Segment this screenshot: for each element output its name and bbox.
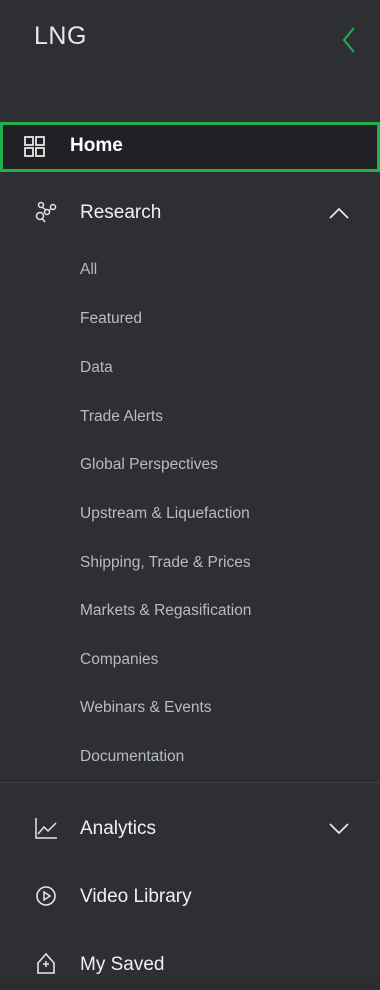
play-circle-icon — [34, 884, 58, 908]
research-item-shipping-trade-prices[interactable]: Shipping, Trade & Prices — [80, 554, 251, 572]
nav-analytics-label: Analytics — [80, 818, 157, 839]
research-item-documentation[interactable]: Documentation — [80, 748, 184, 766]
research-item-data[interactable]: Data — [80, 359, 113, 377]
nav-research-label: Research — [80, 202, 162, 223]
research-item-trade-alerts[interactable]: Trade Alerts — [80, 408, 163, 426]
research-item-companies[interactable]: Companies — [80, 651, 158, 669]
app-title: LNG — [34, 22, 87, 50]
grid-icon — [23, 135, 47, 159]
sidebar-header: LNG — [0, 0, 380, 90]
nav-my-saved[interactable]: My Saved — [0, 940, 380, 990]
research-item-all[interactable]: All — [80, 261, 97, 279]
research-item-markets-regasification[interactable]: Markets & Regasification — [80, 602, 251, 620]
nav-my-saved-label: My Saved — [80, 954, 165, 975]
sidebar: LNG Home Research All Featured Data Trad… — [0, 0, 380, 981]
research-item-webinars-events[interactable]: Webinars & Events — [80, 699, 212, 717]
nav-home-label: Home — [70, 135, 123, 156]
nav-home[interactable]: Home — [0, 122, 380, 172]
collapse-chevron-left-icon[interactable] — [338, 26, 362, 54]
line-chart-icon — [34, 816, 58, 840]
nav-video-library-label: Video Library — [80, 886, 192, 907]
nav-video-library[interactable]: Video Library — [0, 872, 380, 922]
chevron-up-icon[interactable] — [328, 206, 350, 220]
nav-research[interactable]: Research — [0, 188, 380, 238]
nav-analytics[interactable]: Analytics — [0, 804, 380, 854]
research-nodes-icon — [34, 200, 58, 224]
research-item-upstream-liquefaction[interactable]: Upstream & Liquefaction — [80, 505, 250, 523]
divider — [0, 782, 380, 783]
research-item-global-perspectives[interactable]: Global Perspectives — [80, 456, 218, 474]
research-item-featured[interactable]: Featured — [80, 310, 142, 328]
chevron-down-icon[interactable] — [328, 822, 350, 836]
bookmark-icon — [34, 952, 58, 976]
